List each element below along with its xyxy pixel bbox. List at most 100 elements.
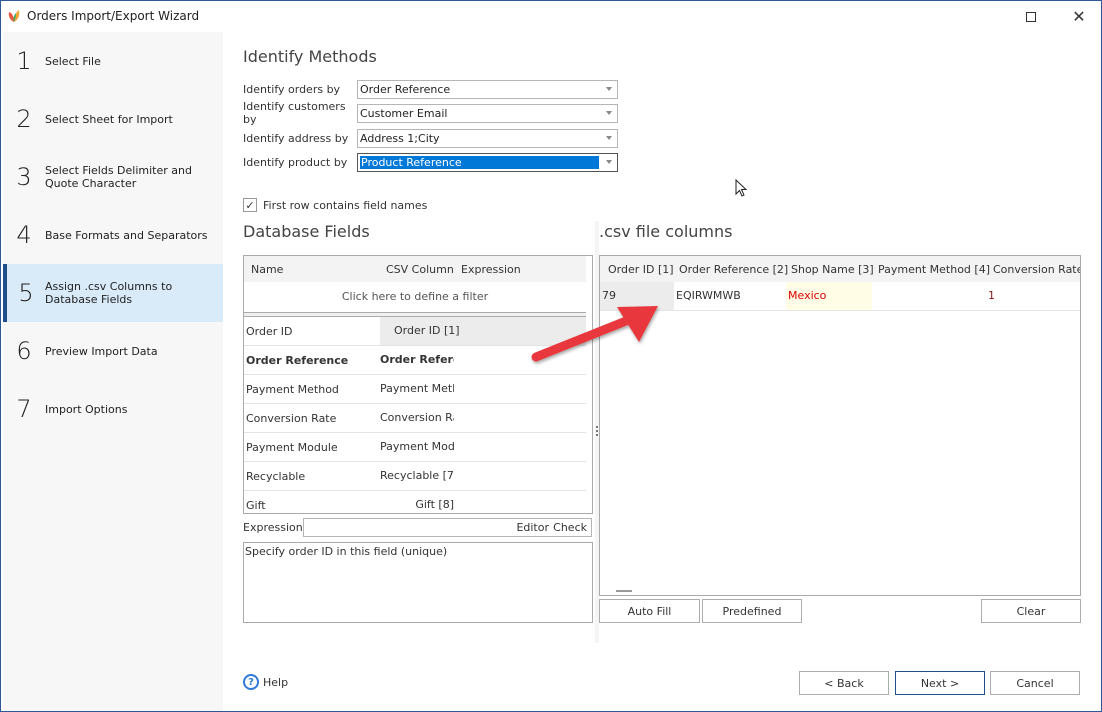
table-row[interactable]: Payment Module Payment Mod (244, 433, 586, 462)
column-header[interactable]: Order ID [1] (608, 263, 674, 276)
table-row: 79 EQIRWMWB Mexico 1 (600, 282, 1080, 311)
table-row[interactable]: Order ID Order ID [1] (244, 317, 586, 346)
column-header-csv[interactable]: CSV Column (386, 263, 454, 276)
table-row[interactable]: Payment Method Payment Meth (244, 375, 586, 404)
table-cell[interactable]: Mexico (786, 282, 872, 310)
table-cell[interactable]: 1 (987, 282, 1080, 310)
step-assign-columns[interactable]: 5 Assign .csv Columns to Database Fields (3, 264, 223, 322)
next-button[interactable]: Next > (895, 671, 985, 695)
maximize-button[interactable] (1013, 5, 1049, 29)
first-row-field-names-checkbox[interactable]: ✓ First row contains field names (243, 198, 427, 212)
step-number: 5 (18, 279, 34, 307)
expression-label: Expression (243, 521, 303, 534)
identify-orders-row: Identify orders by Order Reference (243, 79, 618, 99)
identify-address-row: Identify address by Address 1;City (243, 128, 618, 148)
step-number: 1 (16, 47, 32, 75)
identify-product-row: Identify product by Product Reference (243, 152, 618, 172)
help-link[interactable]: ? Help (243, 674, 288, 690)
table-cell[interactable]: EQIRWMWB (674, 282, 786, 310)
csv-column-cell[interactable]: Order ID [1] (380, 317, 586, 345)
csv-columns-title: .csv file columns (599, 222, 733, 241)
table-row[interactable]: Recyclable Recyclable [7] (244, 462, 586, 491)
clear-button[interactable]: Clear (981, 599, 1081, 623)
app-logo-icon (8, 10, 20, 22)
checkmark-icon[interactable]: ✓ (243, 198, 257, 212)
identify-customers-row: Identify customers by Customer Email (243, 100, 618, 126)
wizard-steps-sidebar: 1 Select File 2 Select Sheet for Import … (3, 32, 223, 711)
field-name: Payment Method (246, 383, 339, 396)
step-number: 6 (16, 337, 32, 365)
step-label: Base Formats and Separators (45, 228, 208, 242)
back-button[interactable]: < Back (799, 671, 889, 695)
chevron-down-icon (606, 135, 612, 140)
filter-row[interactable]: Click here to define a filter (244, 282, 586, 312)
csv-column-cell[interactable]: Gift [8] (380, 491, 454, 513)
column-header[interactable]: Conversion Rate (993, 263, 1080, 276)
select-value: Address 1;City (360, 131, 440, 145)
help-icon: ? (243, 674, 259, 690)
column-header-name[interactable]: Name (251, 263, 283, 276)
csv-column-cell[interactable]: Conversion Ra (380, 404, 454, 432)
expression-input[interactable]: Editor Check (303, 518, 592, 537)
identify-orders-label: Identify orders by (243, 82, 341, 96)
close-button[interactable]: ✕ (1061, 5, 1097, 29)
csv-column-cell[interactable]: Recyclable [7] (380, 462, 454, 490)
step-label: Assign .csv Columns to Database Fields (45, 280, 173, 306)
mouse-cursor-icon (735, 179, 748, 197)
help-label: Help (263, 675, 289, 689)
step-select-sheet[interactable]: 2 Select Sheet for Import (3, 90, 223, 148)
step-preview[interactable]: 6 Preview Import Data (3, 322, 223, 380)
step-number: 4 (16, 221, 32, 249)
identify-product-select[interactable]: Product Reference (357, 152, 618, 172)
horizontal-scrollbar[interactable] (616, 590, 632, 592)
maximize-icon (1026, 12, 1036, 22)
field-name: Recyclable (246, 470, 306, 483)
expression-editor-button[interactable]: Editor (516, 521, 549, 534)
step-number: 3 (16, 163, 32, 191)
select-value: Product Reference (360, 155, 599, 169)
step-select-file[interactable]: 1 Select File (3, 32, 223, 90)
csv-column-cell[interactable]: Payment Mod (380, 433, 454, 461)
identify-customers-select[interactable]: Customer Email (357, 103, 618, 123)
table-row[interactable]: Conversion Rate Conversion Ra (244, 404, 586, 433)
expression-check-button[interactable]: Check (553, 521, 587, 534)
select-value: Customer Email (360, 106, 448, 120)
step-delimiter[interactable]: 3 Select Fields Delimiter and Quote Char… (3, 148, 223, 206)
step-import-options[interactable]: 7 Import Options (3, 380, 223, 438)
column-header-expression[interactable]: Expression (461, 263, 521, 276)
identify-customers-label: Identify customers by (243, 100, 346, 126)
step-number: 7 (16, 395, 32, 423)
table-cell[interactable] (872, 282, 987, 310)
checkbox-label: First row contains field names (263, 198, 428, 212)
identify-orders-select[interactable]: Order Reference (357, 79, 618, 99)
column-header[interactable]: Order Reference [2] (679, 263, 788, 276)
step-number: 2 (16, 105, 32, 133)
table-cell[interactable]: 79 (600, 282, 674, 310)
auto-fill-button[interactable]: Auto Fill (599, 599, 700, 623)
table-row[interactable]: Gift Gift [8] (244, 491, 586, 513)
step-label: Select Sheet for Import (45, 112, 173, 126)
chevron-down-icon (606, 159, 612, 164)
csv-columns-grid: Order ID [1] Order Reference [2] Shop Na… (599, 255, 1081, 596)
cancel-button[interactable]: Cancel (990, 671, 1080, 695)
grip-icon (596, 426, 598, 436)
select-value: Order Reference (360, 82, 451, 96)
column-header[interactable]: Payment Method [4] (878, 263, 990, 276)
field-name: Payment Module (246, 441, 338, 454)
field-name: Order ID (246, 325, 293, 338)
csv-column-cell[interactable]: Order Referen (380, 346, 454, 374)
identify-product-label: Identify product by (243, 155, 348, 169)
predefined-button[interactable]: Predefined (702, 599, 802, 623)
identify-address-label: Identify address by (243, 131, 349, 145)
database-fields-title: Database Fields (243, 222, 370, 241)
step-label: Select File (45, 54, 101, 68)
step-base-formats[interactable]: 4 Base Formats and Separators (3, 206, 223, 264)
table-row[interactable]: Order Reference Order Referen (244, 346, 586, 375)
window-title: Orders Import/Export Wizard (27, 9, 200, 23)
wizard-window: Orders Import/Export Wizard ✕ 1 Select F… (0, 0, 1102, 712)
identify-address-select[interactable]: Address 1;City (357, 128, 618, 148)
csv-column-cell[interactable]: Payment Meth (380, 375, 454, 403)
database-fields-grid: Name CSV Column Expression Click here to… (243, 255, 593, 514)
chevron-down-icon (606, 110, 612, 115)
column-header[interactable]: Shop Name [3] (791, 263, 874, 276)
